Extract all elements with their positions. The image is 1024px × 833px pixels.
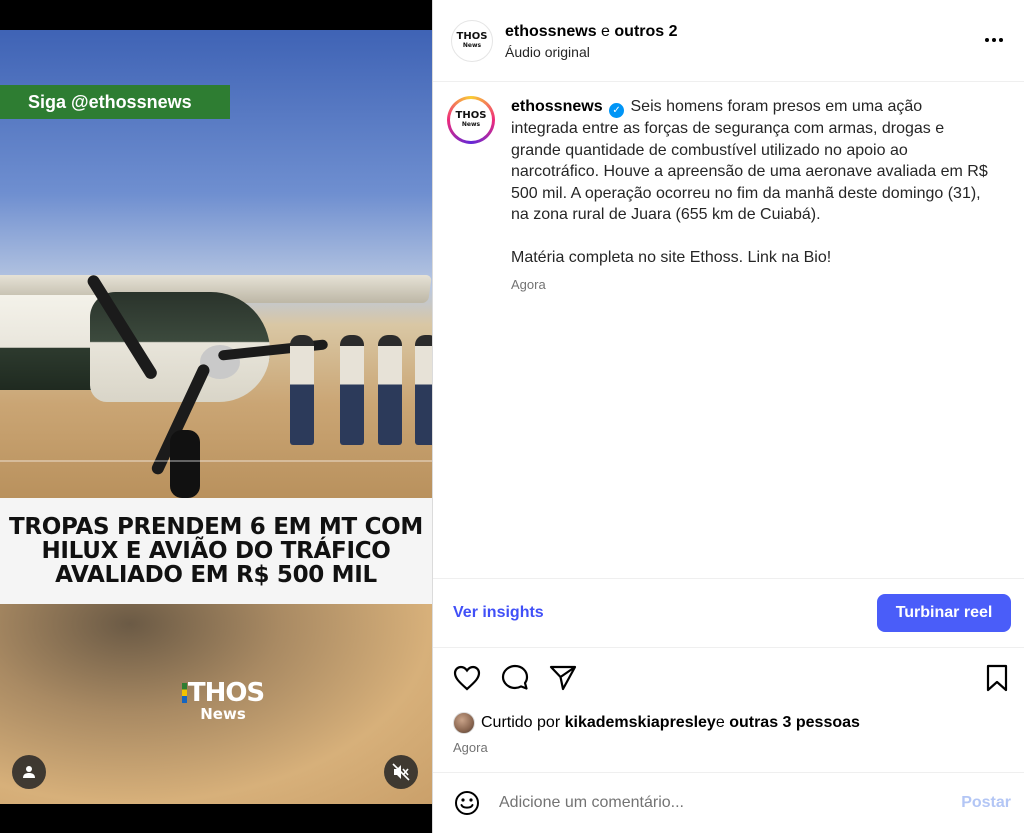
heart-icon: [453, 665, 481, 691]
tagged-users-button[interactable]: [12, 755, 46, 789]
post-comment-button[interactable]: Postar: [961, 794, 1011, 812]
likes-summary: Curtido por kikademskiapresley e outras …: [453, 712, 860, 734]
paper-plane-icon: [549, 665, 577, 691]
video-headline: TROPAS PRENDEM 6 EM MT COM HILUX E AVIÃO…: [8, 514, 424, 588]
like-button[interactable]: [451, 662, 483, 694]
follow-tag: Siga @ethossnews: [0, 85, 230, 119]
reel-dialog: Siga @ethossnews TROPAS PRENDEM 6 EM MT …: [0, 0, 1024, 833]
post-caption: THOS News ethossnews ✓ Seis homens foram …: [433, 82, 1024, 296]
caption-timestamp: Agora: [511, 277, 546, 292]
comment-input[interactable]: [499, 794, 962, 812]
caption-text-block: ethossnews ✓ Seis homens foram presos em…: [511, 96, 991, 226]
speaker-muted-icon: [392, 763, 410, 781]
audio-label[interactable]: Áudio original: [505, 44, 678, 60]
bookmark-icon: [986, 664, 1008, 692]
author-line: ethossnews e outros 2: [505, 22, 678, 40]
view-insights-link[interactable]: Ver insights: [453, 604, 544, 622]
collaborators-link[interactable]: outros 2: [614, 23, 677, 40]
comment-button[interactable]: [499, 662, 531, 694]
video-headline-box: TROPAS PRENDEM 6 EM MT COM HILUX E AVIÃO…: [0, 498, 432, 604]
post-timestamp: Agora: [453, 740, 488, 755]
more-options-button[interactable]: [982, 28, 1006, 52]
comment-bubble-icon: [501, 664, 529, 690]
verified-badge-icon: ✓: [609, 103, 625, 118]
person-icon: [23, 766, 35, 778]
liker-avatar[interactable]: [453, 712, 475, 734]
share-button[interactable]: [547, 662, 579, 694]
caption-username[interactable]: ethossnews: [511, 98, 603, 115]
caption-text-2: Matéria completa no site Ethoss. Link na…: [511, 248, 832, 266]
mute-toggle-button[interactable]: [384, 755, 418, 789]
author-avatar[interactable]: THOS News: [451, 19, 493, 62]
ethos-news-logo: THOS News: [168, 680, 278, 722]
save-button[interactable]: [981, 662, 1013, 694]
more-dots-icon: [985, 38, 1003, 42]
insights-bar: Ver insights Turbinar reel: [433, 578, 1024, 648]
emoji-button[interactable]: [453, 789, 481, 817]
caption-text: Seis homens foram presos em uma ação int…: [511, 98, 988, 223]
post-details-panel: THOS News ethossnews e outros 2 Áudio ori…: [432, 0, 1024, 833]
likes-others-link[interactable]: outras 3 pessoas: [729, 714, 860, 732]
emoji-smile-icon: [455, 791, 479, 815]
caption-avatar[interactable]: THOS News: [447, 96, 495, 144]
action-bar: [433, 660, 1024, 696]
author-username[interactable]: ethossnews: [505, 23, 597, 40]
comment-bar: Postar: [433, 772, 1024, 833]
reel-video[interactable]: Siga @ethossnews TROPAS PRENDEM 6 EM MT …: [0, 0, 432, 833]
liker-username[interactable]: kikademskiapresley: [565, 714, 716, 732]
post-header: THOS News ethossnews e outros 2 Áudio ori…: [433, 0, 1024, 82]
boost-reel-button[interactable]: Turbinar reel: [877, 594, 1011, 632]
